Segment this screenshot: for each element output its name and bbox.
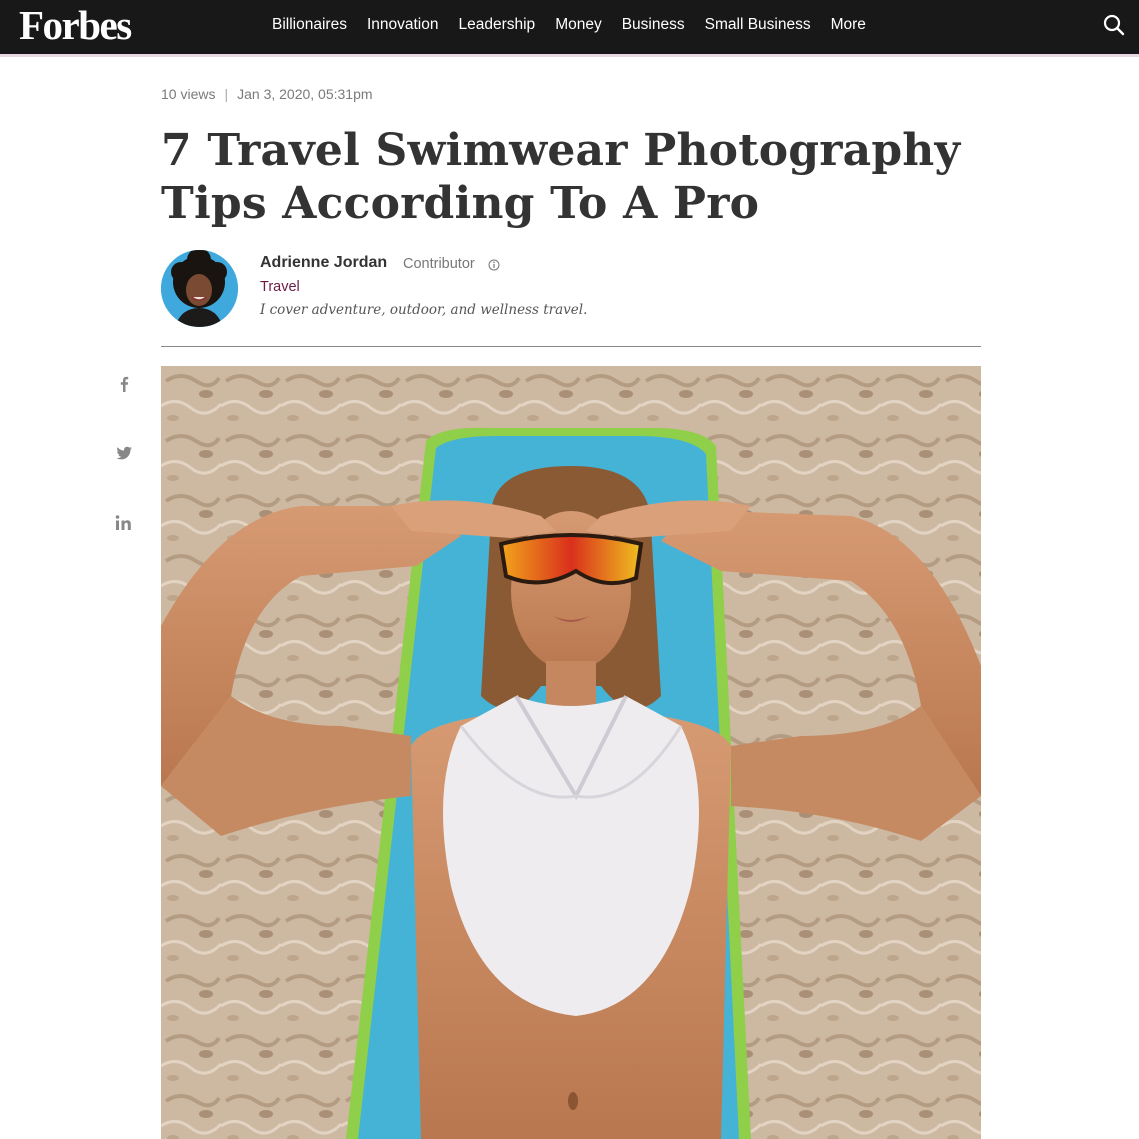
nav-item-innovation[interactable]: Innovation: [357, 0, 449, 50]
nav-item-more[interactable]: More: [821, 0, 876, 50]
linkedin-icon[interactable]: [112, 511, 136, 535]
facebook-icon[interactable]: [112, 372, 136, 396]
search-icon[interactable]: [1103, 14, 1125, 36]
hero-image: [161, 366, 981, 1139]
nav-item-small-business[interactable]: Small Business: [695, 0, 821, 50]
article-meta: 10 views | Jan 3, 2020, 05:31pm: [161, 86, 373, 102]
nav-item-leadership[interactable]: Leadership: [448, 0, 545, 50]
author-section-link[interactable]: Travel: [260, 279, 300, 295]
twitter-icon[interactable]: [112, 441, 136, 465]
view-count: 10 views: [161, 86, 216, 102]
meta-separator: |: [224, 86, 229, 102]
article-headline: 7 Travel Swimwear Photography Tips Accor…: [161, 125, 961, 229]
author-name[interactable]: Adrienne Jordan: [260, 254, 387, 272]
publish-date: Jan 3, 2020, 05:31pm: [237, 86, 373, 102]
nav-item-billionaires[interactable]: Billionaires: [262, 0, 357, 50]
author-role: Contributor: [403, 256, 475, 272]
forbes-logo[interactable]: Forbes: [19, 2, 132, 48]
nav-item-business[interactable]: Business: [612, 0, 695, 50]
byline-divider: [161, 346, 981, 347]
main-nav: Billionaires Innovation Leadership Money…: [262, 0, 876, 50]
info-icon[interactable]: [488, 259, 500, 271]
top-navigation-bar: Forbes Billionaires Innovation Leadershi…: [0, 0, 1139, 57]
author-bio: I cover adventure, outdoor, and wellness…: [260, 302, 588, 318]
nav-item-money[interactable]: Money: [545, 0, 612, 50]
author-avatar[interactable]: [161, 250, 238, 327]
